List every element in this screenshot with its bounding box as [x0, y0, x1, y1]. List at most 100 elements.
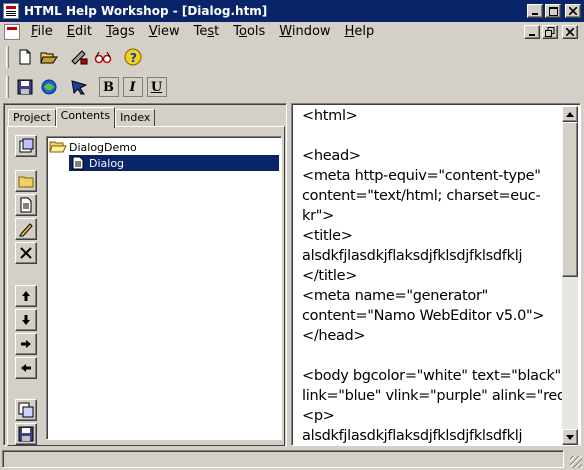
menu-access-key: o: [238, 24, 247, 39]
maximize-icon: [548, 6, 558, 16]
browser-icon: [41, 79, 56, 95]
contents-tree[interactable]: DialogDemo Dialog: [46, 136, 282, 440]
menu-label-rest: ols: [246, 24, 266, 39]
new-file-icon: [19, 49, 30, 65]
properties-icon: [19, 138, 34, 153]
editor-content[interactable]: <html> <head> <meta http-equiv="content-ty…: [302, 106, 564, 446]
browser-view-button[interactable]: [37, 76, 60, 98]
contents-properties-button[interactable]: [15, 135, 37, 157]
editor-line[interactable]: <meta name="generator": [302, 286, 564, 306]
move-left-button[interactable]: [15, 357, 37, 379]
minimize-button[interactable]: [527, 4, 543, 18]
resize-grip[interactable]: [570, 456, 582, 468]
move-up-button[interactable]: [15, 285, 37, 307]
help-icon: ?: [124, 48, 141, 66]
glasses-icon: [94, 51, 111, 64]
pane-tabs: Project Contents Index: [8, 107, 156, 128]
view-html-button[interactable]: [15, 399, 37, 421]
view-source-icon: [18, 402, 34, 418]
editor-line[interactable]: [302, 346, 564, 366]
editor-line[interactable]: content="text/html; charset=euc-: [302, 186, 564, 206]
menu-edit[interactable]: Edit: [60, 23, 99, 41]
arrow-left-icon: [21, 364, 31, 372]
window-title: HTML Help Workshop - [Dialog.htm]: [24, 4, 268, 18]
menu-help[interactable]: Help: [338, 23, 382, 41]
bold-button[interactable]: B: [97, 76, 120, 98]
delete-entry-button[interactable]: [15, 242, 37, 264]
menu-tags[interactable]: Tags: [99, 23, 142, 41]
doc-restore-button[interactable]: [542, 25, 558, 39]
document-window-controls: [524, 25, 581, 39]
tab-index[interactable]: Index: [115, 109, 156, 127]
move-down-button[interactable]: [15, 309, 37, 331]
doc-close-button[interactable]: [562, 25, 578, 39]
save-button[interactable]: [13, 76, 36, 98]
tag-button[interactable]: [67, 76, 90, 98]
bold-icon: B: [98, 77, 119, 97]
close-button[interactable]: [565, 4, 581, 18]
editor-line[interactable]: <title>: [302, 226, 564, 246]
page-icon: [20, 197, 32, 213]
triangle-up-icon: [566, 111, 574, 117]
toolbar-grip[interactable]: [6, 76, 9, 98]
editor-line[interactable]: <head>: [302, 146, 564, 166]
editor-line[interactable]: <meta http-equiv="content-type": [302, 166, 564, 186]
compile-button[interactable]: [67, 46, 90, 68]
menu-label-rest: t: [214, 24, 220, 39]
menu-window[interactable]: Window: [272, 23, 337, 41]
edit-entry-button[interactable]: [15, 218, 37, 240]
editor-line[interactable]: </title>: [302, 266, 564, 286]
svg-text:?: ?: [130, 51, 137, 65]
tree-item-dialog[interactable]: Dialog: [69, 155, 279, 171]
editor-line[interactable]: content="Namo WebEditor v5.0">: [302, 306, 564, 326]
open-button[interactable]: [37, 46, 60, 68]
tab-project[interactable]: Project: [8, 109, 56, 127]
status-bar: [0, 448, 584, 470]
save-contents-button[interactable]: [15, 423, 37, 445]
new-button[interactable]: [13, 46, 36, 68]
help-button[interactable]: ?: [121, 46, 144, 68]
menu-items: File Edit Tags View Test Tools Window Help: [24, 23, 381, 41]
maximize-button[interactable]: [545, 4, 561, 18]
menu-tools[interactable]: Tools: [226, 23, 272, 41]
menu-label-rest: iew: [157, 24, 180, 39]
editor-line[interactable]: <p>: [302, 406, 564, 426]
move-right-button[interactable]: [15, 333, 37, 355]
close-icon: [566, 28, 574, 36]
arrow-down-icon: [22, 315, 30, 325]
italic-button[interactable]: I: [121, 76, 144, 98]
insert-page-button[interactable]: [15, 194, 37, 216]
scroll-down-button[interactable]: [562, 429, 578, 445]
delete-icon: [20, 247, 32, 259]
menu-access-key: W: [279, 24, 292, 39]
tab-contents[interactable]: Contents: [55, 107, 116, 128]
menu-label-rest: elp: [354, 24, 375, 39]
editor-line[interactable]: <body bgcolor="white" text="black": [302, 366, 564, 386]
scroll-up-button[interactable]: [562, 106, 578, 122]
underline-button[interactable]: U: [145, 76, 168, 98]
editor-line[interactable]: link="blue" vlink="purple" alink="red">: [302, 386, 564, 406]
editor-line[interactable]: [302, 126, 564, 146]
menu-bar: File Edit Tags View Test Tools Window Help: [0, 22, 584, 42]
page-icon: [72, 156, 84, 170]
document-icon[interactable]: [4, 24, 20, 40]
menu-label-rest: dit: [75, 24, 92, 39]
insert-heading-button[interactable]: [15, 170, 37, 192]
editor-line[interactable]: </head>: [302, 326, 564, 346]
close-icon: [569, 7, 577, 15]
doc-minimize-button[interactable]: [524, 25, 540, 39]
html-editor[interactable]: <html> <head> <meta http-equiv="content-ty…: [291, 103, 581, 446]
editor-line[interactable]: <html>: [302, 106, 564, 126]
menu-view[interactable]: View: [142, 23, 187, 41]
view-compiled-button[interactable]: [91, 46, 114, 68]
editor-line[interactable]: alsdkfjlasdkjflaksdjfklsdjfklsdfklj: [302, 246, 564, 266]
toolbar-grip[interactable]: [6, 46, 9, 68]
menu-test[interactable]: Test: [187, 23, 227, 41]
scroll-thumb[interactable]: [562, 122, 578, 277]
menu-file[interactable]: File: [24, 23, 60, 41]
tree-item-root[interactable]: DialogDemo: [49, 139, 137, 155]
vertical-scrollbar[interactable]: [562, 106, 578, 445]
editor-line[interactable]: alsdkfjlasdkjflaksdjfklsdjfklsdfklj: [302, 426, 564, 446]
editor-line[interactable]: kr">: [302, 206, 564, 226]
app-icon[interactable]: [3, 3, 19, 19]
